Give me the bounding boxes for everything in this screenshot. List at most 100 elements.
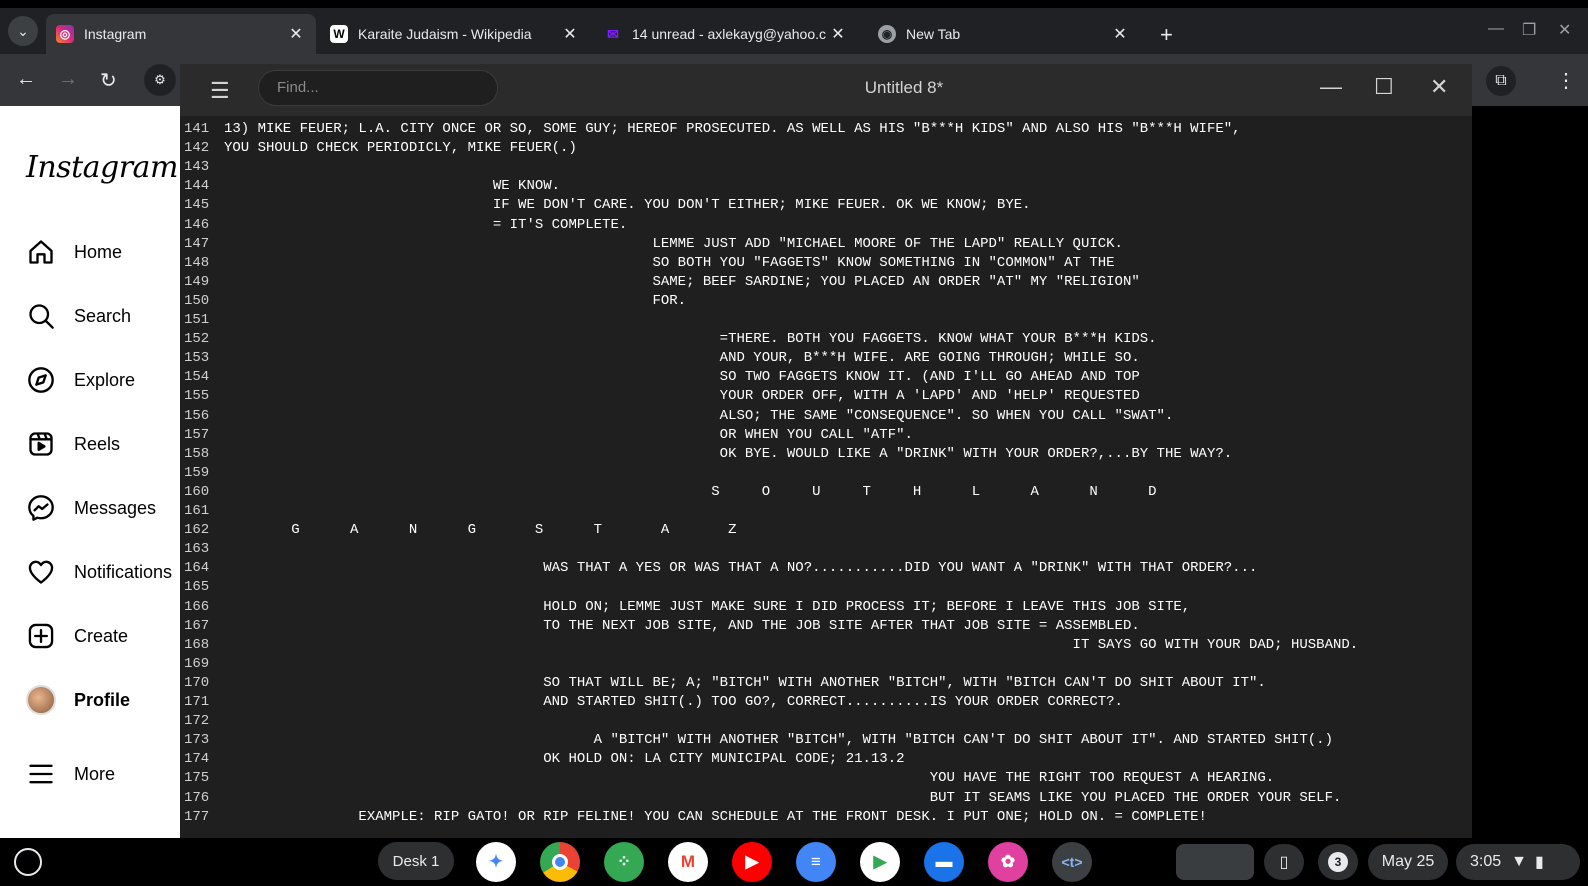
nav-more[interactable]: More	[26, 754, 115, 794]
notification-count-badge[interactable]: 3	[1318, 844, 1358, 880]
editor-line[interactable]: 168 IT SAYS GO WITH YOUR DAD; HUSBAND.	[180, 637, 1472, 656]
line-text[interactable]: = IT'S COMPLETE.	[224, 217, 627, 233]
editor-line[interactable]: 174 OK HOLD ON: LA CITY MUNICIPAL CODE; …	[180, 751, 1472, 770]
line-text[interactable]: OR WHEN YOU CALL "ATF".	[224, 427, 913, 443]
editor-line[interactable]: 150 FOR.	[180, 293, 1472, 312]
line-text[interactable]: SO TWO FAGGETS KNOW IT. (AND I'LL GO AHE…	[224, 369, 1140, 385]
forward-icon[interactable]: →	[58, 68, 78, 91]
editor-line[interactable]: 163	[180, 541, 1472, 560]
editor-line[interactable]: 172	[180, 713, 1472, 732]
line-text[interactable]: YOU HAVE THE RIGHT TOO REQUEST A HEARING…	[224, 770, 1274, 786]
line-text[interactable]: OK BYE. WOULD LIKE A "DRINK" WITH YOUR O…	[224, 446, 1233, 462]
line-text[interactable]: SO BOTH YOU "FAGGETS" KNOW SOMETHING IN …	[224, 255, 1114, 271]
editor-line[interactable]: 165	[180, 579, 1472, 598]
editor-line[interactable]: 154 SO TWO FAGGETS KNOW IT. (AND I'LL GO…	[180, 369, 1472, 388]
window-preview-thumbnail[interactable]	[1176, 844, 1254, 880]
launcher-button[interactable]	[14, 848, 42, 876]
close-tab-icon[interactable]: ✕	[1110, 24, 1130, 44]
line-text[interactable]: WAS THAT A YES OR WAS THAT A NO?........…	[224, 560, 1257, 576]
close-editor-icon[interactable]: ✕	[1430, 74, 1448, 100]
editor-line[interactable]: 146 = IT'S COMPLETE.	[180, 217, 1472, 236]
line-text[interactable]: A "BITCH" WITH ANOTHER "BITCH", WITH "BI…	[224, 732, 1333, 748]
nav-search[interactable]: Search	[26, 296, 131, 336]
gmail-icon[interactable]: M	[668, 842, 708, 882]
editor-line[interactable]: 158 OK BYE. WOULD LIKE A "DRINK" WITH YO…	[180, 446, 1472, 465]
nav-explore[interactable]: Explore	[26, 360, 135, 400]
status-tray[interactable]: 3:05 ▼ ▮	[1456, 844, 1580, 880]
tab-wikipedia[interactable]: W Karaite Judaism - Wikipedia ✕	[320, 14, 590, 54]
editor-line[interactable]: 155 YOUR ORDER OFF, WITH A 'LAPD' AND 'H…	[180, 388, 1472, 407]
close-tab-icon[interactable]: ✕	[828, 24, 848, 44]
line-text[interactable]: G A N G S T A Z	[224, 522, 736, 538]
line-text[interactable]: YOUR ORDER OFF, WITH A 'LAPD' AND 'HELP'…	[224, 388, 1140, 404]
editor-line[interactable]: 156 ALSO; THE SAME "CONSEQUENCE". SO WHE…	[180, 408, 1472, 427]
close-window-icon[interactable]: ✕	[1558, 20, 1571, 40]
editor-line[interactable]: 166 HOLD ON; LEMME JUST MAKE SURE I DID …	[180, 599, 1472, 618]
editor-line[interactable]: 152 =THERE. BOTH YOU FAGGETS. KNOW WHAT …	[180, 331, 1472, 350]
phone-hub-icon[interactable]: ▯	[1264, 844, 1304, 880]
nav-profile[interactable]: Profile	[26, 680, 130, 720]
line-text[interactable]: AND STARTED SHIT(.) TOO GO?, CORRECT....…	[224, 694, 1123, 710]
minimize-window-icon[interactable]: —	[1488, 20, 1504, 38]
line-text[interactable]: YOU SHOULD CHECK PERIODICLY, MIKE FEUER(…	[224, 140, 577, 156]
editor-line[interactable]: 142 YOU SHOULD CHECK PERIODICLY, MIKE FEU…	[180, 140, 1472, 159]
minimize-editor-icon[interactable]: —	[1320, 74, 1342, 100]
line-text[interactable]: SO THAT WILL BE; A; "BITCH" WITH ANOTHER…	[224, 675, 1266, 691]
nav-create[interactable]: Create	[26, 616, 128, 656]
tab-instagram[interactable]: ◎ Instagram ✕	[46, 14, 316, 54]
date-display[interactable]: May 25	[1368, 844, 1448, 880]
editor-line[interactable]: 177 EXAMPLE: RIP GATO! OR RIP FELINE! YO…	[180, 809, 1472, 828]
editor-line[interactable]: 167 TO THE NEXT JOB SITE, AND THE JOB SI…	[180, 618, 1472, 637]
line-text[interactable]: IF WE DON'T CARE. YOU DON'T EITHER; MIKE…	[224, 197, 1031, 213]
editor-line[interactable]: 143	[180, 159, 1472, 178]
line-text[interactable]: =THERE. BOTH YOU FAGGETS. KNOW WHAT YOUR…	[224, 331, 1157, 347]
nav-notifications[interactable]: Notifications	[26, 552, 172, 592]
editor-line[interactable]: 145 IF WE DON'T CARE. YOU DON'T EITHER; …	[180, 197, 1472, 216]
docs-icon[interactable]: ≡	[796, 842, 836, 882]
desk-button[interactable]: Desk 1	[378, 842, 454, 880]
line-text[interactable]: 13) MIKE FEUER; L.A. CITY ONCE OR SO, SO…	[224, 121, 1241, 137]
editor-line[interactable]: 160 S O U T H L A N D	[180, 484, 1472, 503]
youtube-icon[interactable]: ▶	[732, 842, 772, 882]
reload-icon[interactable]: ↻	[100, 68, 117, 93]
line-text[interactable]: HOLD ON; LEMME JUST MAKE SURE I DID PROC…	[224, 599, 1190, 615]
editor-line[interactable]: 144 WE KNOW.	[180, 178, 1472, 197]
line-text[interactable]: FOR.	[224, 293, 686, 309]
chrome-icon[interactable]	[540, 842, 580, 882]
editor-line[interactable]: 159	[180, 465, 1472, 484]
nav-home[interactable]: Home	[26, 232, 122, 272]
close-tab-icon[interactable]: ✕	[560, 24, 580, 44]
close-tab-icon[interactable]: ✕	[286, 24, 306, 44]
files-icon[interactable]: ▬	[924, 842, 964, 882]
editor-line[interactable]: 161	[180, 503, 1472, 522]
editor-line[interactable]: 176 BUT IT SEAMS LIKE YOU PLACED THE ORD…	[180, 790, 1472, 809]
gemini-icon[interactable]: ✦	[476, 842, 516, 882]
maximize-editor-icon[interactable]: ☐	[1374, 74, 1394, 100]
editor-line[interactable]: 164 WAS THAT A YES OR WAS THAT A NO?....…	[180, 560, 1472, 579]
editor-line[interactable]: 175 YOU HAVE THE RIGHT TOO REQUEST A HEA…	[180, 770, 1472, 789]
editor-line[interactable]: 162 G A N G S T A Z	[180, 522, 1472, 541]
new-tab-button[interactable]: +	[1160, 22, 1173, 48]
tab-yahoo-mail[interactable]: ✉ 14 unread - axlekayg@yahoo.c ✕	[594, 14, 858, 54]
editor-line[interactable]: 153 AND YOUR, B***H WIFE. ARE GOING THRO…	[180, 350, 1472, 369]
editor-line[interactable]: 169	[180, 656, 1472, 675]
editor-line[interactable]: 151	[180, 312, 1472, 331]
nav-messages[interactable]: Messages	[26, 488, 156, 528]
apps-icon[interactable]: ⁘	[604, 842, 644, 882]
tab-search-button[interactable]: ⌄	[8, 16, 38, 46]
restore-window-icon[interactable]: ❐	[1522, 20, 1536, 40]
editor-text-area[interactable]: 141 13) MIKE FEUER; L.A. CITY ONCE OR SO,…	[180, 118, 1472, 838]
play-store-icon[interactable]: ▶	[860, 842, 900, 882]
back-icon[interactable]: ←	[16, 68, 36, 91]
editor-line[interactable]: 148 SO BOTH YOU "FAGGETS" KNOW SOMETHING…	[180, 255, 1472, 274]
nav-reels[interactable]: Reels	[26, 424, 120, 464]
line-text[interactable]: OK HOLD ON: LA CITY MUNICIPAL CODE; 21.1…	[224, 751, 904, 767]
editor-line[interactable]: 170 SO THAT WILL BE; A; "BITCH" WITH ANO…	[180, 675, 1472, 694]
text-editor-icon[interactable]: <t>	[1052, 842, 1092, 882]
editor-line[interactable]: 171 AND STARTED SHIT(.) TOO GO?, CORRECT…	[180, 694, 1472, 713]
line-text[interactable]: WE KNOW.	[224, 178, 560, 194]
gallery-icon[interactable]: ✿	[988, 842, 1028, 882]
tab-new-tab[interactable]: ◉ New Tab ✕	[868, 14, 1140, 54]
line-text[interactable]: S O U T H L A N D	[224, 484, 1156, 500]
line-text[interactable]: AND YOUR, B***H WIFE. ARE GOING THROUGH;…	[224, 350, 1140, 366]
